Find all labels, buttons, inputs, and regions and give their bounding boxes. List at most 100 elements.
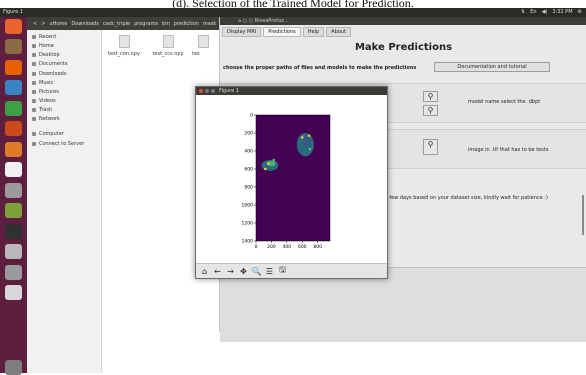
- sidebar-item-label: Pictures: [39, 89, 59, 95]
- recent-icon: [32, 35, 36, 39]
- region-speck: [301, 136, 304, 139]
- prediction-heatmap[interactable]: 02004006008001000120014000 200 400 600 800: [196, 95, 387, 263]
- writer-icon[interactable]: [5, 80, 22, 95]
- sidebar-item-videos[interactable]: Videos: [32, 97, 56, 105]
- unity-launcher: [0, 17, 27, 375]
- sidebar-item-label: Documents: [39, 61, 68, 67]
- clock[interactable]: 3:32 PM: [552, 8, 572, 17]
- image-search-icon: ⚲: [427, 140, 434, 149]
- forward-button[interactable]: >: [41, 21, 45, 27]
- region-right-core: [302, 136, 312, 148]
- settings-icon[interactable]: [5, 183, 22, 198]
- load-model-button[interactable]: ⚲: [423, 105, 438, 116]
- documentation-button[interactable]: Documentation and tutorial: [434, 62, 550, 72]
- sidebar-item-music[interactable]: Music: [32, 79, 53, 87]
- path-prediction[interactable]: prediction: [174, 21, 199, 27]
- tab-display-mri[interactable]: Display MRI: [222, 27, 262, 37]
- save-icon[interactable]: 🖫: [277, 264, 288, 278]
- window-title: Figure 1: [3, 9, 24, 15]
- path-bin[interactable]: bin: [162, 21, 170, 27]
- page-title: Make Predictions: [354, 42, 453, 53]
- y-tick-label: 200: [244, 131, 253, 137]
- region-speck: [308, 148, 312, 151]
- app-tab-bar: Display MRI Predictions Help About: [220, 25, 586, 37]
- tab-help[interactable]: Help: [302, 27, 325, 37]
- keyboard-layout-indicator[interactable]: En: [530, 8, 536, 17]
- forward-arrow-icon[interactable]: →: [225, 267, 236, 276]
- network-icon[interactable]: ⇅: [521, 8, 525, 17]
- minimize-icon[interactable]: [205, 89, 209, 93]
- back-arrow-icon[interactable]: ←: [212, 267, 223, 276]
- back-button[interactable]: <: [33, 21, 37, 27]
- videos-icon: [32, 99, 36, 103]
- app-title-bar: ⌂ ○ ○ RiseaProtoz...: [220, 17, 586, 25]
- instructions-text: choose the proper paths of files and mod…: [223, 65, 417, 71]
- spyder-icon[interactable]: [5, 203, 22, 218]
- home-icon[interactable]: ⌂: [199, 267, 210, 276]
- image-path-label: image in .tif that has to be tests: [468, 147, 549, 153]
- y-tick-label: 1400: [242, 239, 254, 245]
- sidebar-item-computer[interactable]: Computer: [32, 130, 64, 138]
- pan-icon[interactable]: ✥: [238, 267, 249, 276]
- sidebar-item-network[interactable]: Network: [32, 115, 60, 123]
- tab-about[interactable]: About: [326, 27, 351, 37]
- downloads-icon: [32, 72, 36, 76]
- file-item[interactable]: test_con.npy: [104, 35, 144, 57]
- x-tick-label: 800: [313, 244, 322, 250]
- path-mask[interactable]: mask: [203, 21, 216, 27]
- scrollbar[interactable]: [582, 195, 584, 235]
- chrome-icon[interactable]: [5, 285, 22, 300]
- sidebar-item-desktop[interactable]: Desktop: [32, 51, 60, 59]
- subplots-icon[interactable]: ☰: [264, 267, 275, 276]
- sidebar-item-trash[interactable]: Trash: [32, 106, 52, 114]
- software-center-icon[interactable]: [5, 142, 22, 157]
- firefox-icon[interactable]: [5, 60, 22, 75]
- sidebar-item-home[interactable]: Home: [32, 42, 54, 50]
- volume-icon[interactable]: ◀): [542, 8, 548, 17]
- sidebar-item-pictures[interactable]: Pictures: [32, 88, 59, 96]
- file-manager-pathbar: < > ⌂Home Downloads cadc_triple programs…: [27, 17, 220, 30]
- sidebar-item-connect-to-server[interactable]: Connect to Server: [32, 140, 84, 148]
- path-cadc-triple[interactable]: cadc_triple: [103, 21, 130, 27]
- computer-icon: [32, 132, 36, 136]
- calc-icon[interactable]: [5, 101, 22, 116]
- file-name: tes: [192, 51, 200, 57]
- maximize-icon[interactable]: [211, 89, 215, 93]
- figure-title: Figure 1: [219, 88, 240, 94]
- files-icon[interactable]: [5, 39, 22, 54]
- terminal-icon[interactable]: [5, 224, 22, 239]
- amazon-icon[interactable]: [5, 162, 22, 177]
- browse-model-button[interactable]: ⚲: [423, 91, 438, 102]
- tab-predictions[interactable]: Predictions: [263, 27, 301, 37]
- path-downloads[interactable]: Downloads: [71, 21, 98, 27]
- network-icon: [32, 117, 36, 121]
- disk-icon[interactable]: [5, 265, 22, 280]
- figure-toolbar: ⌂ ← → ✥ 🔍 ☰ 🖫: [196, 263, 387, 278]
- file-item[interactable]: tes: [192, 35, 220, 57]
- sidebar-item-label: Trash: [39, 107, 53, 113]
- y-tick-label: 800: [244, 185, 253, 191]
- sidebar-item-documents[interactable]: Documents: [32, 60, 68, 68]
- sidebar-item-downloads[interactable]: Downloads: [32, 70, 66, 78]
- close-icon[interactable]: [199, 89, 203, 93]
- system-tray[interactable]: ⇅ En ◀) 3:32 PM ⚙: [521, 8, 582, 17]
- music-icon: [32, 81, 36, 85]
- region-speck: [272, 158, 275, 162]
- path-home[interactable]: ⌂Home: [49, 21, 67, 27]
- file-name: test_con.npy: [108, 51, 140, 57]
- impress-icon[interactable]: [5, 121, 22, 136]
- file-item[interactable]: test_ccs.npy: [148, 35, 188, 57]
- sidebar-item-label: Home: [39, 43, 54, 49]
- browse-image-button[interactable]: ⚲: [423, 139, 438, 155]
- documents-icon: [32, 62, 36, 66]
- text-editor-icon[interactable]: [5, 244, 22, 259]
- ubuntu-dash-icon[interactable]: [5, 19, 22, 34]
- region-speck: [307, 134, 311, 137]
- path-programs[interactable]: programs: [134, 21, 158, 27]
- power-gear-icon[interactable]: ⚙: [578, 8, 582, 17]
- file-icon: [198, 35, 209, 48]
- zoom-icon[interactable]: 🔍: [251, 267, 262, 276]
- sidebar-item-recent[interactable]: Recent: [32, 33, 56, 41]
- desktop-icon: [32, 53, 36, 57]
- region-speck: [267, 162, 270, 165]
